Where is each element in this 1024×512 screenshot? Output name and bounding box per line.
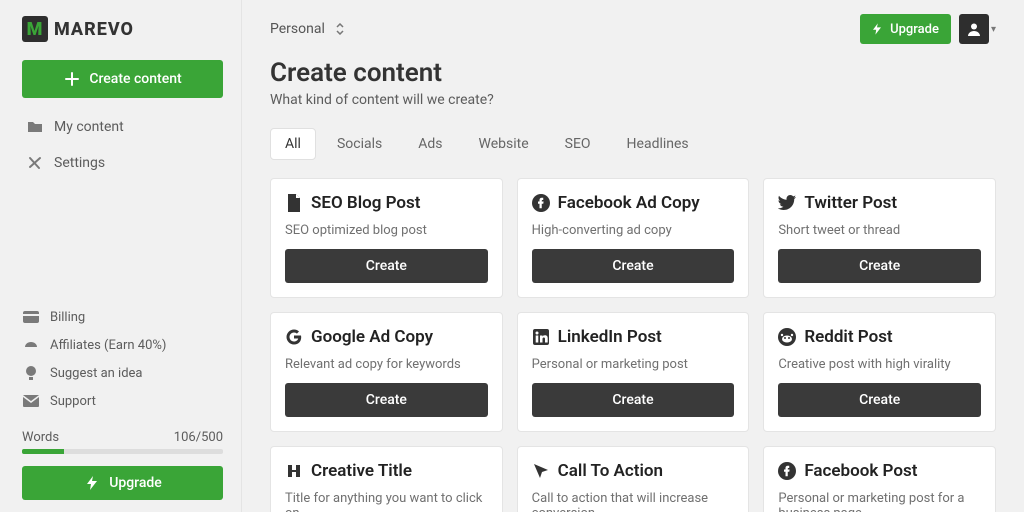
facebook-icon: [532, 194, 550, 212]
nav-suggest[interactable]: Suggest an idea: [22, 360, 223, 386]
page-subtitle: What kind of content will we create?: [270, 92, 996, 108]
card-desc: Creative post with high virality: [778, 357, 981, 373]
linkedin-icon: [532, 328, 550, 346]
card-creative-title: Creative Title Title for anything you wa…: [270, 446, 503, 512]
primary-nav: My content Settings: [22, 112, 223, 178]
main-content: Personal Upgrade ▾: [242, 0, 1024, 512]
create-button[interactable]: Create: [778, 383, 981, 417]
lightbulb-icon: [22, 364, 40, 382]
sidebar: M MAREVO Create content My content Setti…: [0, 0, 242, 512]
card-desc: Personal or marketing post for a busines…: [778, 491, 981, 512]
create-button[interactable]: Create: [532, 249, 735, 283]
logo-mark-icon: M: [22, 16, 48, 42]
card-twitter-post: Twitter Post Short tweet or thread Creat…: [763, 178, 996, 298]
content-grid: SEO Blog Post SEO optimized blog post Cr…: [270, 178, 996, 512]
card-title: Twitter Post: [804, 193, 897, 213]
card-title: Reddit Post: [804, 327, 892, 347]
avatar: [959, 14, 989, 44]
workspace-selector[interactable]: Personal: [270, 20, 349, 38]
tab-website[interactable]: Website: [464, 128, 544, 160]
reddit-icon: [778, 328, 796, 346]
words-usage: Words 106/500: [22, 430, 223, 445]
bolt-icon: [872, 23, 882, 35]
nav-affiliates[interactable]: Affiliates (Earn 40%): [22, 332, 223, 358]
card-title: Facebook Post: [804, 461, 917, 481]
create-content-label: Create content: [89, 71, 181, 87]
create-button[interactable]: Create: [285, 249, 488, 283]
twitter-icon: [778, 194, 796, 212]
card-desc: High-converting ad copy: [532, 223, 735, 239]
tab-socials[interactable]: Socials: [322, 128, 397, 160]
secondary-nav: Billing Affiliates (Earn 40%) Suggest an…: [22, 304, 223, 414]
page-title: Create content: [270, 58, 996, 88]
nav-label: Billing: [50, 310, 85, 325]
google-icon: [285, 328, 303, 346]
tab-headlines[interactable]: Headlines: [612, 128, 704, 160]
content-tabs: All Socials Ads Website SEO Headlines: [270, 128, 996, 160]
nav-label: Support: [50, 394, 96, 409]
tab-ads[interactable]: Ads: [403, 128, 457, 160]
account-menu[interactable]: ▾: [959, 14, 996, 44]
card-linkedin-post: LinkedIn Post Personal or marketing post…: [517, 312, 750, 432]
card-seo-blog-post: SEO Blog Post SEO optimized blog post Cr…: [270, 178, 503, 298]
create-button[interactable]: Create: [778, 249, 981, 283]
plus-icon: [63, 70, 81, 88]
brand-name: MAREVO: [54, 19, 134, 40]
logo: M MAREVO: [22, 16, 223, 42]
chevron-down-icon: ▾: [991, 24, 996, 35]
nav-label: My content: [54, 119, 124, 135]
card-title: SEO Blog Post: [311, 193, 421, 213]
folder-icon: [26, 118, 44, 136]
document-icon: [285, 194, 303, 212]
card-google-ad-copy: Google Ad Copy Relevant ad copy for keyw…: [270, 312, 503, 432]
card-desc: Call to action that will increase conver…: [532, 491, 735, 512]
create-button[interactable]: Create: [285, 383, 488, 417]
nav-support[interactable]: Support: [22, 388, 223, 414]
handshake-icon: [22, 336, 40, 354]
settings-icon: [26, 154, 44, 172]
user-icon: [967, 22, 981, 36]
card-call-to-action: Call To Action Call to action that will …: [517, 446, 750, 512]
card-facebook-ad-copy: Facebook Ad Copy High-converting ad copy…: [517, 178, 750, 298]
words-label: Words: [22, 430, 59, 445]
bolt-icon: [83, 474, 101, 492]
card-reddit-post: Reddit Post Creative post with high vira…: [763, 312, 996, 432]
card-desc: Personal or marketing post: [532, 357, 735, 373]
card-facebook-post: Facebook Post Personal or marketing post…: [763, 446, 996, 512]
card-title: Facebook Ad Copy: [558, 193, 700, 213]
tab-all[interactable]: All: [270, 128, 316, 160]
card-desc: Short tweet or thread: [778, 223, 981, 239]
upgrade-label: Upgrade: [890, 22, 939, 37]
topbar-upgrade-button[interactable]: Upgrade: [860, 14, 951, 44]
cursor-icon: [532, 462, 550, 480]
nav-billing[interactable]: Billing: [22, 304, 223, 330]
card-desc: Title for anything you want to click on: [285, 491, 488, 512]
envelope-icon: [22, 392, 40, 410]
topbar: Personal Upgrade ▾: [270, 14, 996, 44]
words-progress-fill: [22, 449, 64, 454]
create-content-button[interactable]: Create content: [22, 60, 223, 98]
sidebar-upgrade-button[interactable]: Upgrade: [22, 466, 223, 500]
card-desc: Relevant ad copy for keywords: [285, 357, 488, 373]
card-desc: SEO optimized blog post: [285, 223, 488, 239]
nav-label: Affiliates (Earn 40%): [50, 338, 166, 353]
words-progress: [22, 449, 223, 454]
heading-icon: [285, 462, 303, 480]
card-title: Google Ad Copy: [311, 327, 433, 347]
card-title: Creative Title: [311, 461, 412, 481]
create-button[interactable]: Create: [532, 383, 735, 417]
facebook-icon: [778, 462, 796, 480]
tab-seo[interactable]: SEO: [550, 128, 606, 160]
card-title: LinkedIn Post: [558, 327, 662, 347]
nav-label: Settings: [54, 155, 105, 171]
nav-settings[interactable]: Settings: [22, 148, 223, 178]
words-value: 106/500: [174, 430, 223, 445]
workspace-name: Personal: [270, 21, 325, 37]
nav-label: Suggest an idea: [50, 366, 143, 381]
card-title: Call To Action: [558, 461, 663, 481]
nav-my-content[interactable]: My content: [22, 112, 223, 142]
chevron-updown-icon: [331, 20, 349, 38]
upgrade-label: Upgrade: [109, 475, 162, 491]
credit-card-icon: [22, 308, 40, 326]
